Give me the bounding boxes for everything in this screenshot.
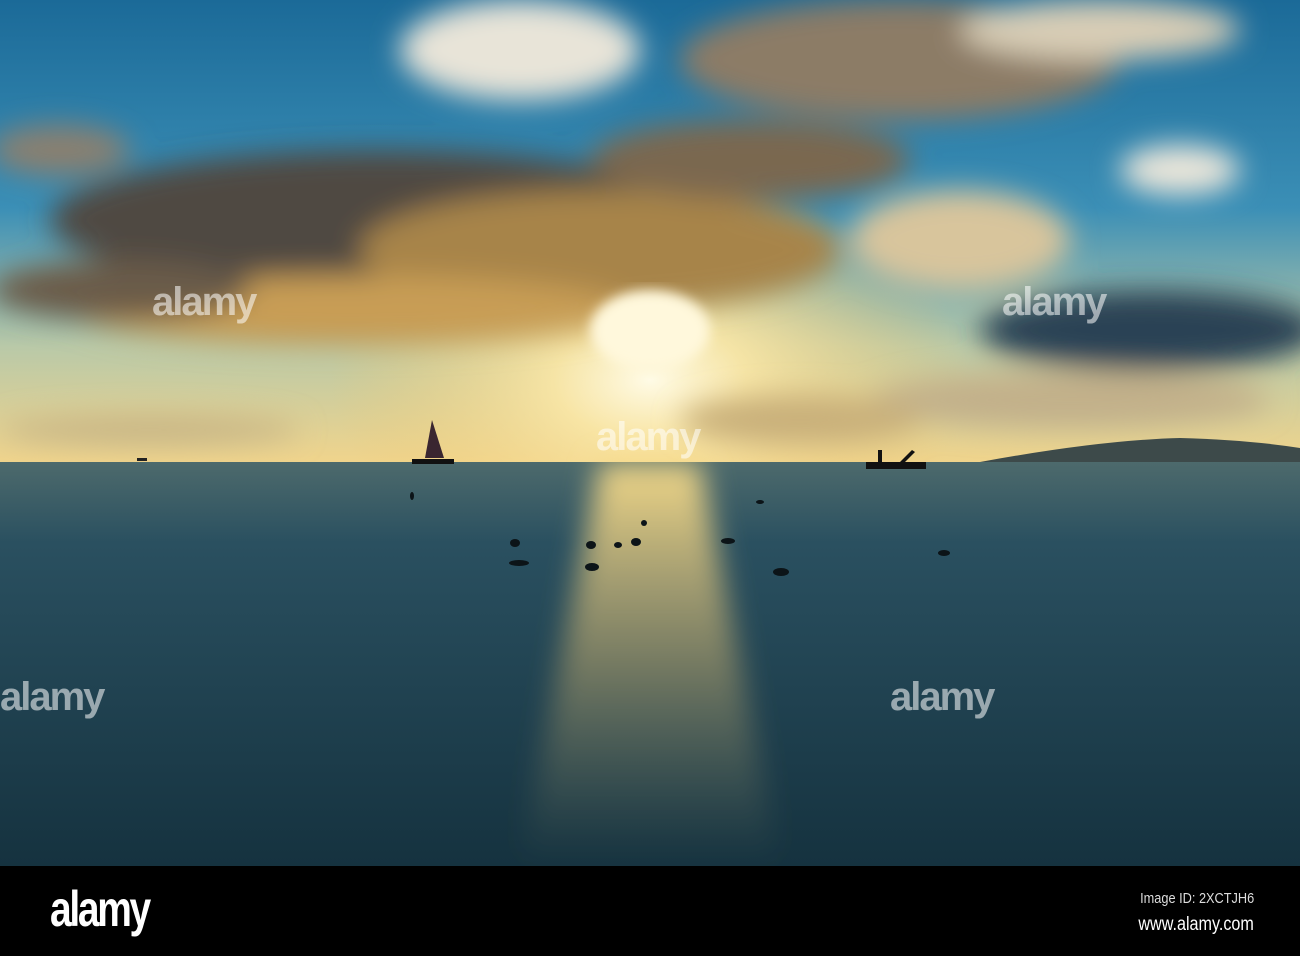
alamy-logo: alamy bbox=[50, 881, 151, 937]
svg-text:alamy: alamy bbox=[152, 280, 258, 324]
distant-boat bbox=[137, 458, 147, 461]
sunset-photo: alamy alamy alamy alamy alamy bbox=[0, 0, 1300, 866]
svg-text:alamy: alamy bbox=[890, 675, 996, 719]
image-id: Image ID: 2XCTJH6 bbox=[1139, 890, 1254, 907]
footer-bar: alamy Image ID: 2XCTJH6 www.alamy.com bbox=[0, 866, 1300, 956]
svg-text:alamy: alamy bbox=[0, 675, 106, 719]
svg-text:alamy: alamy bbox=[596, 415, 702, 459]
site-url: www.alamy.com bbox=[1138, 914, 1254, 935]
svg-text:alamy: alamy bbox=[1002, 280, 1108, 324]
